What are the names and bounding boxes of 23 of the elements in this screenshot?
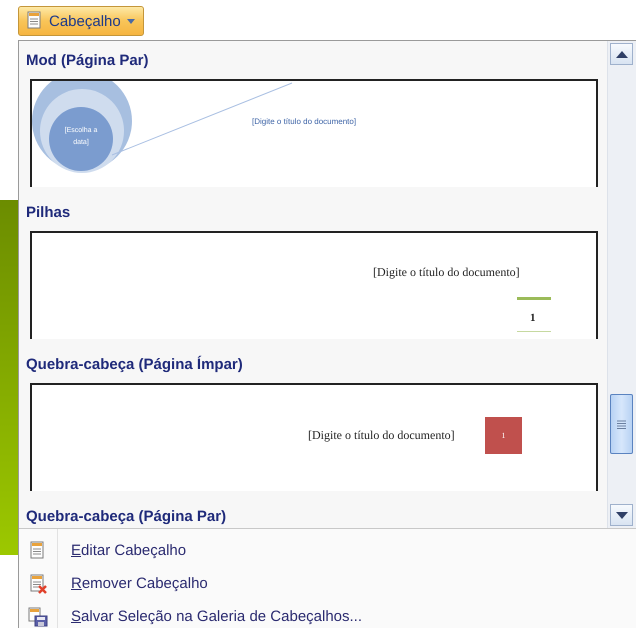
menu-item[interactable]: Remover Cabeçalho [71, 575, 208, 592]
up-arrow-icon [616, 50, 628, 58]
document-icon [25, 11, 43, 31]
gallery-item-title[interactable]: Quebra-cabeça (Página Ímpar) [26, 355, 243, 375]
page-number: 1 [485, 417, 522, 454]
scroll-up-button[interactable] [610, 43, 633, 65]
scrollbar[interactable] [607, 41, 636, 528]
title-field: [Digite o título do documento] [373, 265, 520, 280]
gallery-item-title[interactable]: Quebra-cabeça (Página Par) [26, 507, 226, 527]
down-arrow-icon [616, 512, 628, 518]
gallery-item-title[interactable]: Mod (Página Par) [26, 51, 149, 71]
menu-item[interactable]: Editar Cabeçalho [71, 542, 186, 559]
menu-item[interactable]: Salvar Seleção na Galeria de Cabeçalhos... [71, 608, 362, 625]
title-field: [Digite o título do documento] [252, 117, 356, 126]
delete-document-icon [28, 574, 48, 594]
gallery-item-title[interactable]: Pilhas [26, 203, 70, 223]
title-field: [Digite o título do documento] [308, 428, 455, 443]
page-number: 1 [530, 312, 536, 324]
scroll-down-button[interactable] [610, 504, 633, 526]
caret-icon [126, 18, 135, 24]
header-button[interactable]: Cabeçalho [18, 6, 144, 36]
scroll-thumb[interactable] [610, 394, 633, 454]
grip-icon [617, 420, 626, 428]
